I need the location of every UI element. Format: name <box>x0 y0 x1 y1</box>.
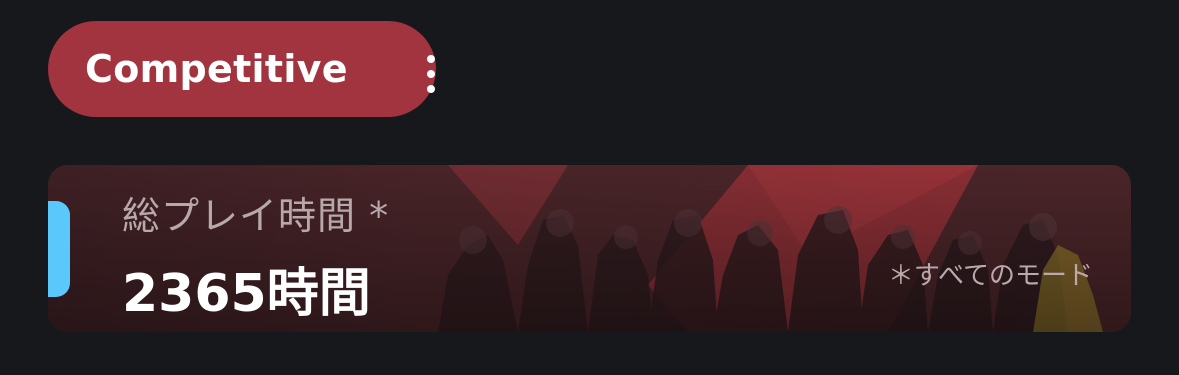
all-modes-note: ＊すべてのモード <box>887 261 1093 291</box>
kebab-menu-icon[interactable] <box>424 55 438 93</box>
mode-selector-button[interactable]: Competitive <box>48 21 436 117</box>
card-title: 総プレイ時間 * <box>122 194 390 238</box>
total-playtime-value: 2365時間 <box>122 264 371 324</box>
total-playtime-card: 総プレイ時間 * 2365時間 ＊すべてのモード <box>48 165 1131 332</box>
accent-bar <box>48 201 70 297</box>
mode-label: Competitive <box>85 47 348 91</box>
